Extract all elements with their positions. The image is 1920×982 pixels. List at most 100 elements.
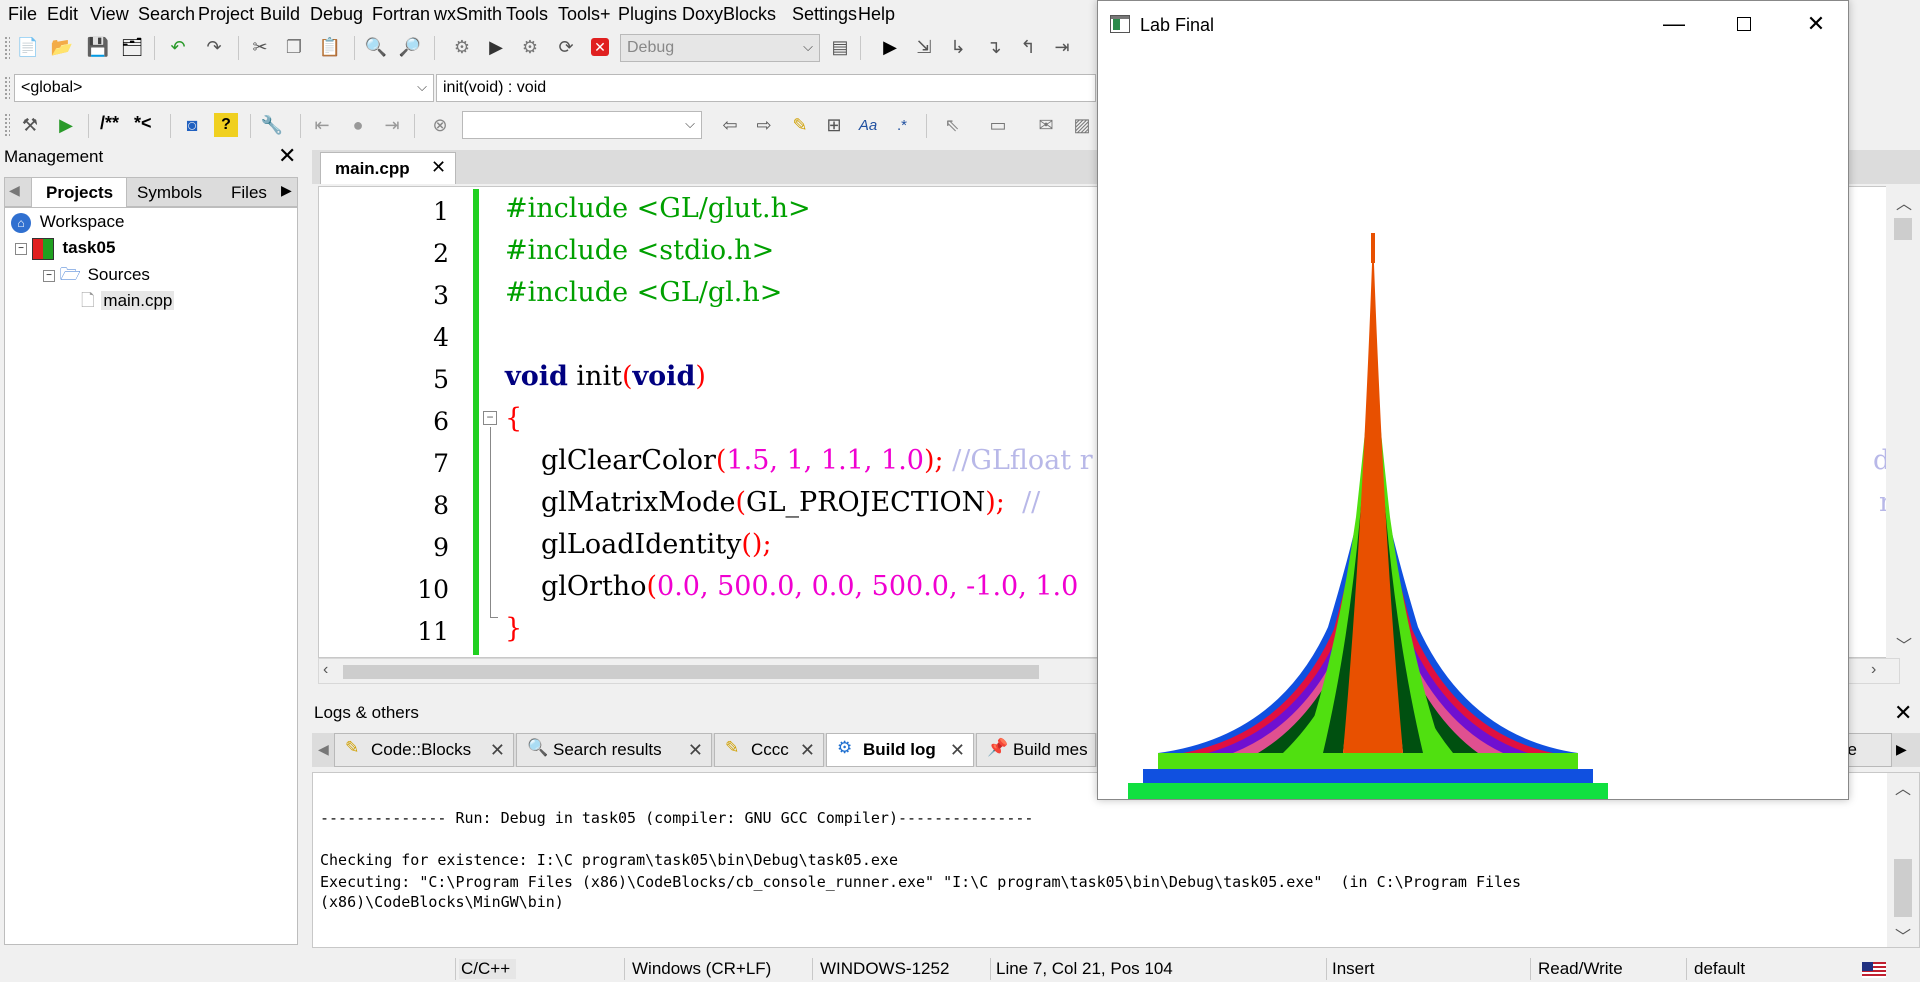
menu-file[interactable]: File (8, 4, 37, 25)
close-icon[interactable]: ✕ (278, 143, 296, 169)
hscroll-thumb[interactable] (343, 665, 1039, 679)
undo-icon[interactable]: ↶ (166, 35, 190, 59)
menu-debug[interactable]: Debug (310, 4, 363, 25)
close-icon[interactable]: ✕ (688, 740, 703, 761)
scroll-up-icon[interactable]: ︿ (1896, 190, 1912, 214)
incremental-search-input[interactable]: ⌵ (462, 111, 702, 139)
debug-run-icon[interactable]: ▶ (878, 35, 902, 59)
tab-cccc[interactable]: ✎ Cccc ✕ (714, 733, 824, 767)
tab-symbols[interactable]: Symbols (131, 180, 223, 206)
scroll-left-icon[interactable]: ‹ (323, 661, 328, 679)
lab-final-window[interactable]: Lab Final — ✕ (1097, 0, 1849, 800)
scope-select[interactable]: <global> ⌵ (14, 74, 434, 102)
close-icon[interactable]: ✕ (431, 157, 446, 178)
match-case-icon[interactable]: Aa (856, 113, 880, 137)
tab-scroll-left-icon[interactable]: ◀ (318, 741, 329, 758)
abort-icon[interactable]: ✕ (588, 35, 612, 59)
cursor-icon[interactable]: ⇖ (940, 113, 964, 137)
maximize-button[interactable] (1716, 7, 1772, 41)
vscroll-thumb[interactable] (1894, 218, 1912, 240)
menu-view[interactable]: View (90, 4, 129, 25)
lab-window-titlebar[interactable]: Lab Final — ✕ (1098, 1, 1848, 47)
toolbar-grip[interactable] (4, 113, 10, 137)
collapse-icon[interactable]: − (43, 269, 55, 282)
replace-icon[interactable]: 🔎 (398, 35, 422, 59)
close-icon[interactable]: ✕ (1894, 700, 1912, 726)
close-icon[interactable]: ✕ (800, 740, 815, 761)
tab-scroll-right-icon[interactable]: ▶ (1896, 741, 1907, 758)
close-icon[interactable]: ✕ (950, 740, 965, 761)
chm-help-icon[interactable]: ? (214, 113, 238, 137)
close-window-button[interactable]: ✕ (1788, 7, 1844, 41)
step-out-icon[interactable]: ↰ (1016, 35, 1040, 59)
tab-projects[interactable]: Projects (31, 177, 127, 207)
menu-edit[interactable]: Edit (47, 4, 78, 25)
run-to-cursor-icon[interactable]: ⇲ (912, 35, 936, 59)
scroll-down-icon[interactable]: ﹀ (1896, 632, 1912, 656)
extract-docs-icon[interactable]: ▶ (54, 113, 78, 137)
close-icon[interactable]: ✕ (490, 740, 505, 761)
tab-main-cpp[interactable]: main.cpp ✕ (320, 152, 456, 184)
html-docs-icon[interactable]: ◙ (180, 113, 204, 137)
tab-search-results[interactable]: 🔍 Search results ✕ (516, 733, 712, 767)
save-icon[interactable]: 💾 (86, 35, 110, 59)
insert-block-comment-button[interactable]: /** (100, 113, 119, 134)
next-instruction-icon[interactable]: ⇥ (1050, 35, 1074, 59)
redo-icon[interactable]: ↷ (202, 35, 226, 59)
step-into-icon[interactable]: ↴ (982, 35, 1006, 59)
build-options-icon[interactable]: ▤ (828, 35, 852, 59)
edit-box-icon[interactable]: ▨ (1070, 113, 1094, 137)
fold-collapse-icon[interactable]: − (483, 411, 497, 425)
next-line-icon[interactable]: ↳ (946, 35, 970, 59)
next-bookmark-icon[interactable]: ⇥ (380, 113, 404, 137)
find-prev-icon[interactable]: ⇦ (718, 113, 742, 137)
menu-settings[interactable]: Settings (792, 4, 857, 25)
tree-workspace[interactable]: ⌂ Workspace (11, 212, 124, 233)
menu-doxyblocks[interactable]: DoxyBlocks (682, 4, 776, 25)
config-wrench-icon[interactable]: 🔧 (260, 113, 284, 137)
menu-plugins[interactable]: Plugins (618, 4, 677, 25)
vscroll-thumb[interactable] (1894, 859, 1912, 917)
open-file-icon[interactable]: 📂 (50, 35, 74, 59)
insert-line-comment-button[interactable]: *< (134, 113, 152, 134)
tab-scroll-left-icon[interactable]: ◀ (9, 182, 20, 199)
rebuild-icon[interactable]: ⟳ (554, 35, 578, 59)
clear-search-icon[interactable]: ⊗ (428, 113, 452, 137)
paste-icon[interactable]: 📋 (318, 35, 342, 59)
highlight-icon[interactable]: ✎ (788, 113, 812, 137)
menu-build[interactable]: Build (260, 4, 300, 25)
new-file-icon[interactable]: 📄 (16, 35, 40, 59)
tree-file-main[interactable]: 🗋 main.cpp (81, 288, 175, 317)
toggle-bookmark-icon[interactable]: ● (346, 113, 370, 137)
cut-icon[interactable]: ✂ (248, 35, 272, 59)
prev-bookmark-icon[interactable]: ⇤ (310, 113, 334, 137)
save-all-icon[interactable]: 🗂 (120, 35, 144, 59)
collapse-icon[interactable]: − (15, 243, 27, 255)
editor-vscrollbar[interactable]: ︿ ﹀ (1886, 186, 1920, 658)
menu-project[interactable]: Project (198, 4, 254, 25)
envelope-icon[interactable]: ✉ (1034, 113, 1058, 137)
tab-build-log[interactable]: ⚙ Build log ✕ (826, 733, 974, 767)
selected-text-only-icon[interactable]: ⊞ (822, 113, 846, 137)
tab-codeblocks-log[interactable]: ✎ Code::Blocks ✕ (334, 733, 514, 767)
build-icon[interactable]: ⚙ (450, 35, 474, 59)
find-next-icon[interactable]: ⇨ (752, 113, 776, 137)
menu-search[interactable]: Search (138, 4, 195, 25)
copy-icon[interactable]: ❐ (282, 35, 306, 59)
menu-fortran[interactable]: Fortran (372, 4, 430, 25)
tab-build-messages[interactable]: 📌 Build mes (976, 733, 1096, 767)
menu-help[interactable]: Help (858, 4, 895, 25)
toolbar-grip[interactable] (4, 76, 10, 100)
regex-icon[interactable]: .* (890, 113, 914, 137)
tree-folder-sources[interactable]: − 🗁 Sources (43, 262, 150, 291)
minimize-button[interactable]: — (1646, 7, 1702, 41)
doxywizard-icon[interactable]: ⚒ (18, 113, 42, 137)
scroll-up-icon[interactable]: ︿ (1895, 775, 1911, 799)
find-icon[interactable]: 🔍 (364, 35, 388, 59)
menu-tools[interactable]: Tools+ (558, 4, 611, 25)
function-select[interactable]: init(void) : void (436, 74, 1096, 102)
rectangle-icon[interactable]: ▭ (986, 113, 1010, 137)
build-run-icon[interactable]: ⚙ (518, 35, 542, 59)
scroll-right-icon[interactable]: › (1871, 661, 1876, 679)
toolbar-grip[interactable] (4, 36, 10, 60)
